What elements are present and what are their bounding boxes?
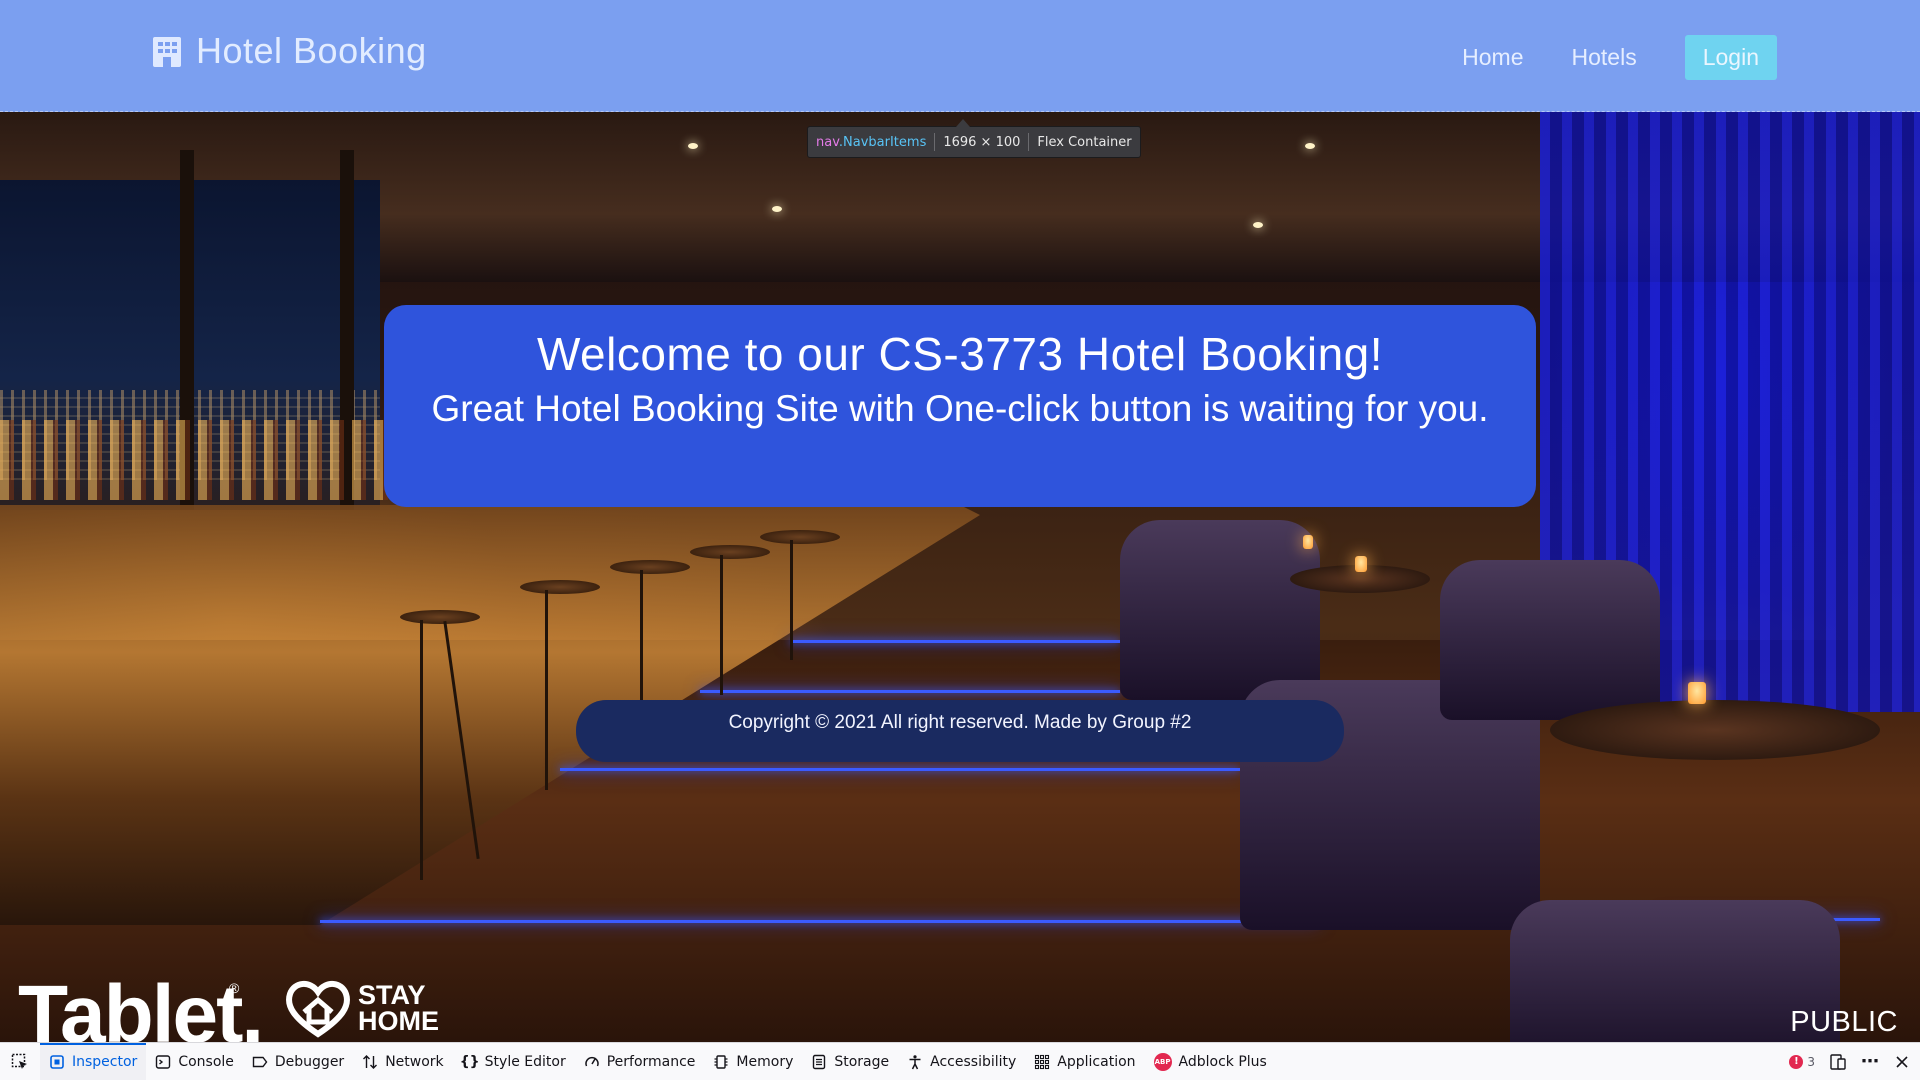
brand[interactable]: Hotel Booking xyxy=(150,30,427,72)
tab-adblock-plus[interactable]: ABP Adblock Plus xyxy=(1145,1043,1276,1080)
tab-label: Memory xyxy=(736,1053,794,1070)
network-icon xyxy=(362,1054,378,1070)
nav-link-hotels[interactable]: Hotels xyxy=(1572,44,1637,71)
navbar: Hotel Booking Home Hotels Login xyxy=(0,0,1920,112)
tooltip-separator xyxy=(1028,133,1030,151)
home-text: HOME xyxy=(358,1006,439,1036)
bar-stool xyxy=(520,580,600,594)
element-picker-icon xyxy=(11,1053,27,1069)
tab-label: Storage xyxy=(834,1053,890,1070)
welcome-card: Welcome to our CS-3773 Hotel Booking! Gr… xyxy=(384,305,1536,507)
tab-inspector[interactable]: Inspector xyxy=(40,1042,147,1080)
tab-debugger[interactable]: Debugger xyxy=(243,1043,353,1080)
lounge-table xyxy=(1550,700,1880,760)
devtools-right-controls: ! 3 ⋯ xyxy=(1789,1051,1920,1072)
performance-icon xyxy=(584,1054,600,1070)
tab-memory[interactable]: Memory xyxy=(704,1043,802,1080)
lounge-chair xyxy=(1120,520,1320,700)
error-count: 3 xyxy=(1807,1054,1815,1069)
stool-leg xyxy=(420,620,423,880)
responsive-design-mode-icon[interactable] xyxy=(1829,1053,1847,1071)
registered-mark: ® xyxy=(229,980,240,996)
error-icon: ! xyxy=(1789,1054,1804,1069)
close-icon[interactable] xyxy=(1894,1054,1910,1070)
ceiling-light xyxy=(688,143,698,149)
tab-label: Console xyxy=(178,1053,234,1070)
tab-label: Network xyxy=(385,1053,444,1070)
tab-console[interactable]: Console xyxy=(146,1043,243,1080)
ceiling-light xyxy=(1305,143,1315,149)
heart-house-icon xyxy=(286,981,350,1038)
tab-application[interactable]: Application xyxy=(1025,1043,1144,1080)
copyright-footer: Copyright © 2021 All right reserved. Mad… xyxy=(576,700,1344,762)
stool-leg xyxy=(720,555,723,695)
ceiling-light xyxy=(1253,222,1263,228)
tab-label: Style Editor xyxy=(484,1053,566,1070)
floor-neon-strip xyxy=(790,640,1120,643)
storage-icon xyxy=(811,1054,827,1070)
floor-neon-strip xyxy=(700,690,1120,693)
navbar-items: Home Hotels Login xyxy=(1462,35,1777,80)
tab-label: Application xyxy=(1057,1053,1136,1070)
candle xyxy=(1303,535,1313,549)
candle xyxy=(1355,556,1367,572)
bar-stool xyxy=(760,530,840,544)
tab-label: Adblock Plus xyxy=(1178,1053,1267,1070)
inspector-icon xyxy=(49,1054,65,1070)
error-count-button[interactable]: ! 3 xyxy=(1789,1054,1815,1069)
welcome-heading: Welcome to our CS-3773 Hotel Booking! xyxy=(536,328,1384,380)
bar-bottles xyxy=(0,420,420,500)
stool-leg xyxy=(545,590,548,790)
tab-accessibility[interactable]: Accessibility xyxy=(898,1043,1025,1080)
tab-label: Debugger xyxy=(274,1053,345,1070)
ceiling-light xyxy=(772,206,782,212)
devtools-highlight-tooltip: nav.NavbarItems 1696 × 100 Flex Containe… xyxy=(807,119,1141,158)
floor-neon-strip xyxy=(560,768,1240,771)
application-icon xyxy=(1034,1054,1050,1070)
tab-label: Accessibility xyxy=(930,1053,1017,1070)
console-icon xyxy=(155,1054,171,1070)
debugger-icon xyxy=(252,1054,268,1070)
candle xyxy=(1688,682,1706,704)
nav-link-home[interactable]: Home xyxy=(1462,44,1523,71)
brand-title: Hotel Booking xyxy=(196,30,427,71)
accessibility-icon xyxy=(907,1054,923,1070)
tab-style-editor[interactable]: {} Style Editor xyxy=(453,1043,575,1080)
tooltip-selector: nav.NavbarItems xyxy=(816,134,927,150)
floor-neon-strip xyxy=(320,920,1320,923)
tab-label: Performance xyxy=(606,1053,696,1070)
hotel-building-icon xyxy=(153,37,181,67)
more-options-icon[interactable]: ⋯ xyxy=(1861,1051,1880,1072)
stay-home-watermark: STAY HOME xyxy=(284,978,439,1038)
tooltip-size: 1696 × 100 xyxy=(943,134,1021,150)
bar-stool xyxy=(610,560,690,574)
stool-leg xyxy=(790,540,793,660)
login-button[interactable]: Login xyxy=(1684,35,1777,80)
bar-stool xyxy=(400,610,480,624)
tab-performance[interactable]: Performance xyxy=(575,1043,705,1080)
copyright-text: Copyright © 2021 All right reserved. Mad… xyxy=(728,712,1192,733)
lounge-chair xyxy=(1440,560,1660,720)
tooltip-kind: Flex Container xyxy=(1037,134,1132,150)
tab-label: Inspector xyxy=(72,1053,138,1070)
bar-stool xyxy=(690,545,770,559)
tab-storage[interactable]: Storage xyxy=(802,1043,898,1080)
welcome-subheading: Great Hotel Booking Site with One-click … xyxy=(431,388,1489,429)
devtools-toolbar: Inspector Console Debugger Network {} St… xyxy=(0,1042,1920,1080)
style-editor-icon: {} xyxy=(459,1053,480,1070)
element-picker-button[interactable] xyxy=(0,1043,40,1080)
memory-icon xyxy=(713,1054,729,1070)
stay-text: STAY xyxy=(358,980,426,1010)
adblock-plus-icon: ABP xyxy=(1153,1052,1172,1071)
tooltip-separator xyxy=(934,133,936,151)
public-label: PUBLIC xyxy=(1790,1006,1898,1038)
tab-network[interactable]: Network xyxy=(353,1043,452,1080)
